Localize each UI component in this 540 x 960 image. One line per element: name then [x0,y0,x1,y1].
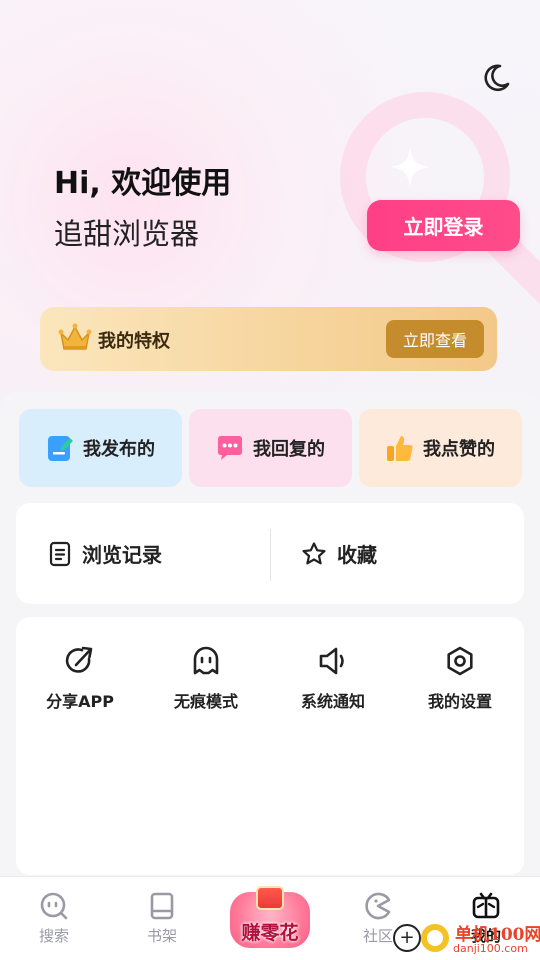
my-replies-button[interactable]: 我回复的 [189,409,352,487]
pacman-icon [365,892,391,920]
search-face-icon [40,892,68,920]
thumbs-up-icon [387,436,413,461]
sparkle-icon [390,147,430,187]
tab-community-label: 社区 [362,927,393,945]
privilege-title: 我的特权 [98,331,170,352]
watermark: + 单机100网 danji100.com [393,912,540,960]
my-replies-label: 我回复的 [253,439,325,460]
red-envelope-icon [256,886,284,910]
tab-bookshelf-label: 书架 [146,927,177,945]
tools-card: 分享APP 无痕模式 系统通知 我的设置 [16,617,524,875]
my-settings-label: 我的设置 [427,692,492,711]
book-icon [150,892,174,920]
records-card: 浏览记录 收藏 [16,503,524,604]
chat-bubble-icon [218,436,242,460]
share-app-button[interactable]: 分享APP [25,645,135,725]
login-button[interactable]: 立即登录 [367,200,520,251]
system-notice-label: 系统通知 [300,692,365,711]
greeting-text: Hi, 欢迎使用 [54,166,232,201]
view-privilege-button[interactable]: 立即查看 [386,320,484,358]
my-posts-button[interactable]: 我发布的 [19,409,182,487]
watermark-url: danji100.com [453,942,528,955]
edit-note-icon [48,436,73,461]
hero-header: Hi, 欢迎使用 追甜浏览器 立即登录 我的特权 立即查看 [0,0,540,400]
share-icon [65,646,93,673]
favorites-button[interactable]: 收藏 [301,503,377,604]
document-list-icon [49,541,71,566]
share-app-label: 分享APP [46,692,114,711]
speaker-icon [319,647,344,675]
tab-bookshelf[interactable]: 书架 [122,891,202,951]
my-posts-label: 我发布的 [83,439,155,460]
my-settings-button[interactable]: 我的设置 [405,645,515,725]
history-button[interactable]: 浏览记录 [48,503,162,604]
system-notice-button[interactable]: 系统通知 [278,645,388,725]
my-likes-label: 我点赞的 [423,439,495,460]
my-likes-button[interactable]: 我点赞的 [359,409,522,487]
ghost-icon [193,646,219,675]
tab-earn-label: 赚零花 [241,922,299,944]
star-icon [302,541,326,564]
ring-icon [421,924,449,952]
plus-circle-icon: + [393,924,421,952]
settings-hex-icon [447,646,473,676]
incognito-mode-button[interactable]: 无痕模式 [151,645,261,725]
history-label: 浏览记录 [82,543,162,567]
divider [270,529,271,581]
crown-icon [58,323,92,350]
tab-search[interactable]: 搜索 [14,891,94,951]
tab-search-label: 搜索 [38,927,69,945]
incognito-mode-label: 无痕模式 [173,692,238,711]
privilege-banner[interactable]: 我的特权 立即查看 [40,307,497,371]
tab-earn[interactable]: 赚零花 [226,886,314,952]
favorites-label: 收藏 [337,543,377,567]
moon-icon[interactable] [478,60,514,96]
app-name-text: 追甜浏览器 [54,217,200,251]
